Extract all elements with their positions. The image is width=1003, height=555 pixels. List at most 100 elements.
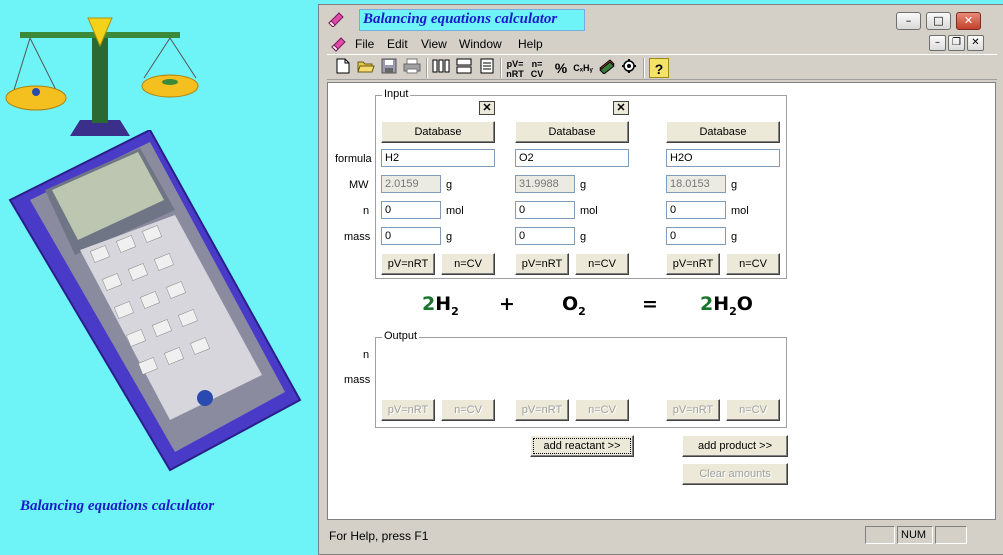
n-cv-icon[interactable]: n= CV xyxy=(527,58,547,79)
status-pane-caps xyxy=(865,526,895,544)
columns-icon[interactable] xyxy=(431,58,451,78)
formula-label: formula xyxy=(335,153,372,165)
status-bar: For Help, press F1 NUM xyxy=(327,523,996,547)
output-pvnrt-button-1[interactable]: pV=nRT xyxy=(381,399,435,421)
ncv-button-1[interactable]: n=CV xyxy=(441,253,495,275)
main-window: Balancing equations calculator – □ ✕ Fil… xyxy=(318,4,1003,555)
clear-amounts-button[interactable]: Clear amounts xyxy=(682,463,788,485)
pvnrt-button-3[interactable]: pV=nRT xyxy=(666,253,720,275)
equals-sign: = xyxy=(642,293,658,315)
mw-field-3: 18.0153 xyxy=(666,175,726,193)
n-unit-2: mol xyxy=(580,205,598,217)
status-text: For Help, press F1 xyxy=(329,529,429,543)
pvnrt-button-2[interactable]: pV=nRT xyxy=(515,253,569,275)
coefficient: 2 xyxy=(422,293,436,315)
mw-field-2: 31.9988 xyxy=(515,175,575,193)
formula-input-3[interactable]: H2O xyxy=(666,149,780,167)
coefficient: 2 xyxy=(700,293,714,315)
pv-nrt-icon[interactable]: pV= nRT xyxy=(505,58,525,79)
mw-label: MW xyxy=(349,179,369,191)
title-bar[interactable]: Balancing equations calculator – □ ✕ xyxy=(319,5,1003,33)
calculator-panel: Input formula MW n mass ✕ Database H2 2.… xyxy=(327,82,996,520)
mdi-restore-button[interactable]: ❐ xyxy=(948,35,965,51)
n-label: n xyxy=(363,205,370,217)
books-icon[interactable] xyxy=(597,58,617,78)
mass-unit-2: g xyxy=(580,231,587,243)
n-input-2[interactable]: 0 xyxy=(515,201,575,219)
menu-view[interactable]: View xyxy=(421,37,447,51)
status-pane-num: NUM xyxy=(897,526,933,544)
percent-icon[interactable]: % xyxy=(551,58,571,78)
database-button-1[interactable]: Database xyxy=(381,121,495,143)
open-folder-icon[interactable] xyxy=(356,58,376,78)
mw-unit-3: g xyxy=(731,179,738,191)
remove-compound-1-button[interactable]: ✕ xyxy=(479,101,495,115)
formula-input-1[interactable]: H2 xyxy=(381,149,495,167)
close-button[interactable]: ✕ xyxy=(956,12,981,30)
toolbar-separator xyxy=(426,58,428,78)
output-pvnrt-button-2[interactable]: pV=nRT xyxy=(515,399,569,421)
menu-edit[interactable]: Edit xyxy=(387,37,408,51)
input-group-title: Input xyxy=(382,88,411,100)
menu-help[interactable]: Help xyxy=(518,37,543,51)
pvnrt-button-1[interactable]: pV=nRT xyxy=(381,253,435,275)
database-button-2[interactable]: Database xyxy=(515,121,629,143)
database-button-3[interactable]: Database xyxy=(666,121,780,143)
mw-field-1: 2.0159 xyxy=(381,175,441,193)
menu-file[interactable]: File xyxy=(355,37,374,51)
menu-bar: File Edit View Window Help – ❐ ✕ xyxy=(319,34,1003,54)
add-product-button[interactable]: add product >> xyxy=(682,435,788,457)
output-pvnrt-button-3[interactable]: pV=nRT xyxy=(666,399,720,421)
mw-unit-2: g xyxy=(580,179,587,191)
new-file-icon[interactable] xyxy=(333,58,353,78)
toolbar-separator xyxy=(500,58,502,78)
side-caption: Balancing equations calculator xyxy=(20,498,215,514)
toolbar: pV= nRT n= CV % CₓHᵧ ? xyxy=(327,54,997,80)
status-pane-scroll xyxy=(935,526,967,544)
gear-icon[interactable] xyxy=(619,58,639,78)
formula-input-2[interactable]: O2 xyxy=(515,149,629,167)
reactant-1-formula: 2H2 xyxy=(422,293,459,318)
reactant-2-formula: O2 xyxy=(562,293,586,318)
mass-label: mass xyxy=(344,231,371,243)
balance-scale-illustration xyxy=(5,17,199,136)
mass-input-1[interactable]: 0 xyxy=(381,227,441,245)
output-group-title: Output xyxy=(382,330,420,342)
output-ncv-button-1[interactable]: n=CV xyxy=(441,399,495,421)
ncv-button-3[interactable]: n=CV xyxy=(726,253,780,275)
n-input-1[interactable]: 0 xyxy=(381,201,441,219)
output-ncv-button-3[interactable]: n=CV xyxy=(726,399,780,421)
n-unit-1: mol xyxy=(446,205,464,217)
help-icon[interactable]: ? xyxy=(649,58,669,78)
output-mass-label: mass xyxy=(344,374,371,386)
n-input-3[interactable]: 0 xyxy=(666,201,726,219)
mdi-close-button[interactable]: ✕ xyxy=(967,35,984,51)
mass-input-2[interactable]: 0 xyxy=(515,227,575,245)
print-icon[interactable] xyxy=(402,58,422,78)
mass-unit-1: g xyxy=(446,231,453,243)
maximize-button[interactable]: □ xyxy=(926,12,951,30)
output-ncv-button-2[interactable]: n=CV xyxy=(575,399,629,421)
formula-icon[interactable]: CₓHᵧ xyxy=(573,58,593,78)
menu-window[interactable]: Window xyxy=(459,37,502,51)
window-title: Balancing equations calculator xyxy=(363,11,558,27)
plus-sign: + xyxy=(499,293,515,315)
product-formula: 2H2O xyxy=(700,293,753,318)
rows-icon[interactable] xyxy=(454,58,474,78)
eraser-icon xyxy=(328,12,344,27)
save-icon[interactable] xyxy=(379,58,399,78)
output-n-label: n xyxy=(363,349,370,361)
add-reactant-button[interactable]: add reactant >> xyxy=(530,435,634,457)
mass-unit-3: g xyxy=(731,231,738,243)
toolbar-separator xyxy=(643,58,645,78)
mdi-minimize-button[interactable]: – xyxy=(929,35,946,51)
calculator-illustration xyxy=(8,130,302,472)
document-eraser-icon[interactable] xyxy=(329,36,349,52)
document-icon[interactable] xyxy=(477,58,497,78)
remove-compound-2-button[interactable]: ✕ xyxy=(613,101,629,115)
mass-input-3[interactable]: 0 xyxy=(666,227,726,245)
minimize-button[interactable]: – xyxy=(896,12,921,30)
ncv-button-2[interactable]: n=CV xyxy=(575,253,629,275)
n-unit-3: mol xyxy=(731,205,749,217)
mw-unit-1: g xyxy=(446,179,453,191)
